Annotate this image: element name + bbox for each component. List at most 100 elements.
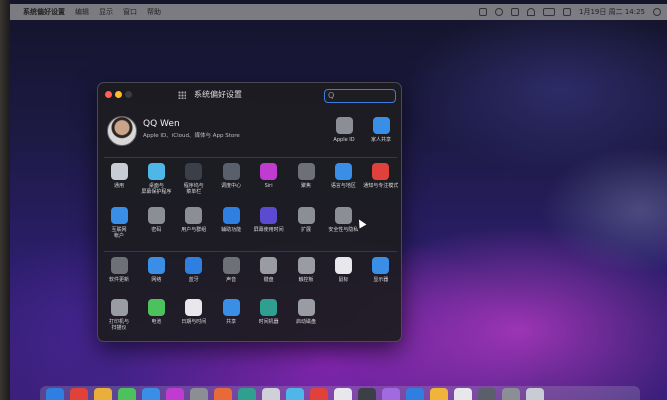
app-menu[interactable]: 系统偏好设置: [23, 7, 65, 17]
wifi-icon[interactable]: [527, 8, 536, 16]
pref-software-update[interactable]: 软件更新: [100, 257, 138, 283]
control-center-icon[interactable]: [563, 8, 572, 16]
pref-spotlight[interactable]: 聚焦: [287, 163, 325, 189]
dock-app-icon[interactable]: [526, 388, 544, 400]
pref-label: 互联网 帐户: [111, 227, 127, 239]
dock-app-icon[interactable]: [430, 388, 448, 400]
dock-app-icon[interactable]: [118, 388, 136, 400]
status-area: 1月19日 周二 14:25: [479, 4, 661, 20]
network-icon: [147, 257, 165, 274]
close-button[interactable]: [105, 91, 112, 98]
pref-label: 鼠标: [338, 277, 349, 283]
pref-notifications[interactable]: 通知与专注模式: [362, 163, 400, 189]
dock-app-icon[interactable]: [382, 388, 400, 400]
pref-family-sharing[interactable]: 家人共享: [362, 117, 400, 143]
menu-view[interactable]: 显示: [99, 7, 113, 17]
dock-app-icon[interactable]: [406, 388, 424, 400]
desktop-icon: [147, 163, 165, 180]
pref-general[interactable]: 通用: [100, 163, 138, 189]
window-title: 系统偏好设置: [194, 90, 242, 99]
pref-battery[interactable]: 电池: [137, 299, 175, 325]
search-input[interactable]: Q: [324, 89, 396, 103]
pref-language[interactable]: 语言与地区: [324, 163, 362, 189]
dock-app-icon[interactable]: [454, 388, 472, 400]
pref-dock[interactable]: 程序坞与 菜单栏: [175, 163, 213, 195]
pref-label: 软件更新: [108, 277, 129, 283]
dock-app-icon[interactable]: [286, 388, 304, 400]
spotlight-icon: [297, 163, 315, 180]
dock-app-icon[interactable]: [142, 388, 160, 400]
record-icon[interactable]: [495, 8, 504, 16]
dock-app-icon[interactable]: [262, 388, 280, 400]
apple-id-label: Apple ID: [333, 137, 355, 143]
menu-window[interactable]: 窗口: [123, 7, 137, 17]
pref-date-time[interactable]: 日期与时间: [175, 299, 213, 325]
pref-label: 启动磁盘: [295, 319, 316, 325]
dock-app-icon[interactable]: [502, 388, 520, 400]
account-subtitle: Apple ID、iCloud、媒体与 App Store: [143, 133, 240, 139]
pref-internet-accounts[interactable]: 互联网 帐户: [100, 207, 138, 239]
battery-status-icon[interactable]: [543, 8, 556, 16]
dock-app-icon[interactable]: [238, 388, 256, 400]
pref-accessibility[interactable]: 辅助功能: [212, 207, 250, 233]
startup-disk-icon: [297, 299, 315, 316]
pref-label: 打印机与 扫描仪: [108, 319, 129, 331]
pref-desktop[interactable]: 桌面与 屏幕保护程序: [137, 163, 175, 195]
pref-time-machine[interactable]: 时间机器: [250, 299, 288, 325]
security-icon: [334, 207, 352, 224]
dock-app-icon[interactable]: [166, 388, 184, 400]
bluetooth-icon: [185, 257, 203, 274]
pref-displays[interactable]: 显示器: [362, 257, 400, 283]
dock-app-icon[interactable]: [70, 388, 88, 400]
pref-label: 程序坞与 菜单栏: [183, 183, 204, 195]
pref-label: 扩展: [300, 227, 311, 233]
time-machine-icon: [260, 299, 278, 316]
pref-mission-control[interactable]: 调度中心: [212, 163, 250, 189]
avatar[interactable]: [107, 116, 137, 146]
dock-app-icon[interactable]: [478, 388, 496, 400]
pref-label: 键盘: [263, 277, 274, 283]
pref-apple-id[interactable]: Apple ID: [325, 117, 363, 143]
dock-icon: [185, 163, 203, 180]
pref-siri[interactable]: Siri: [250, 163, 288, 189]
pref-label: 语言与地区: [330, 183, 356, 189]
menu-bar: 系统偏好设置 编辑 显示 窗口 帮助 1月19日 周二 14:25: [10, 4, 667, 20]
show-all-grid-icon[interactable]: [178, 90, 186, 99]
pref-label: 声音: [226, 277, 237, 283]
accessibility-icon: [222, 207, 240, 224]
status-app-icon[interactable]: [479, 8, 488, 16]
pref-network[interactable]: 网络: [137, 257, 175, 283]
zoom-button[interactable]: [125, 91, 132, 98]
minimize-button[interactable]: [115, 91, 122, 98]
menu-clock[interactable]: 1月19日 周二 14:25: [579, 7, 645, 17]
account-name: QQ Wen: [143, 119, 180, 129]
pref-printers[interactable]: 打印机与 扫描仪: [100, 299, 138, 331]
pref-trackpad[interactable]: 触控板: [287, 257, 325, 283]
dock-app-icon[interactable]: [190, 388, 208, 400]
pref-sound[interactable]: 声音: [212, 257, 250, 283]
dock-app-icon[interactable]: [334, 388, 352, 400]
dock-app-icon[interactable]: [214, 388, 232, 400]
menu-edit[interactable]: 编辑: [75, 7, 89, 17]
pref-mouse[interactable]: 鼠标: [324, 257, 362, 283]
pref-label: 辅助功能: [221, 227, 242, 233]
pref-extensions[interactable]: 扩展: [287, 207, 325, 233]
pref-passwords[interactable]: 密码: [137, 207, 175, 233]
menu-help[interactable]: 帮助: [147, 7, 161, 17]
dock-app-icon[interactable]: [94, 388, 112, 400]
pref-bluetooth[interactable]: 蓝牙: [175, 257, 213, 283]
pref-sharing[interactable]: 共享: [212, 299, 250, 325]
pref-label: 网络: [151, 277, 162, 283]
pref-users[interactable]: 用户与群组: [175, 207, 213, 233]
dock-app-icon[interactable]: [46, 388, 64, 400]
dock-app-icon[interactable]: [358, 388, 376, 400]
dock-app-icon[interactable]: [310, 388, 328, 400]
status-app-icon-2[interactable]: [511, 8, 520, 16]
pref-startup-disk[interactable]: 启动磁盘: [287, 299, 325, 325]
users-icon: [185, 207, 203, 224]
passwords-icon: [147, 207, 165, 224]
pref-keyboard[interactable]: 键盘: [250, 257, 288, 283]
software-update-icon: [110, 257, 128, 274]
pref-screen-time[interactable]: 屏幕使用时间: [250, 207, 288, 233]
siri-menu-icon[interactable]: [653, 8, 661, 16]
